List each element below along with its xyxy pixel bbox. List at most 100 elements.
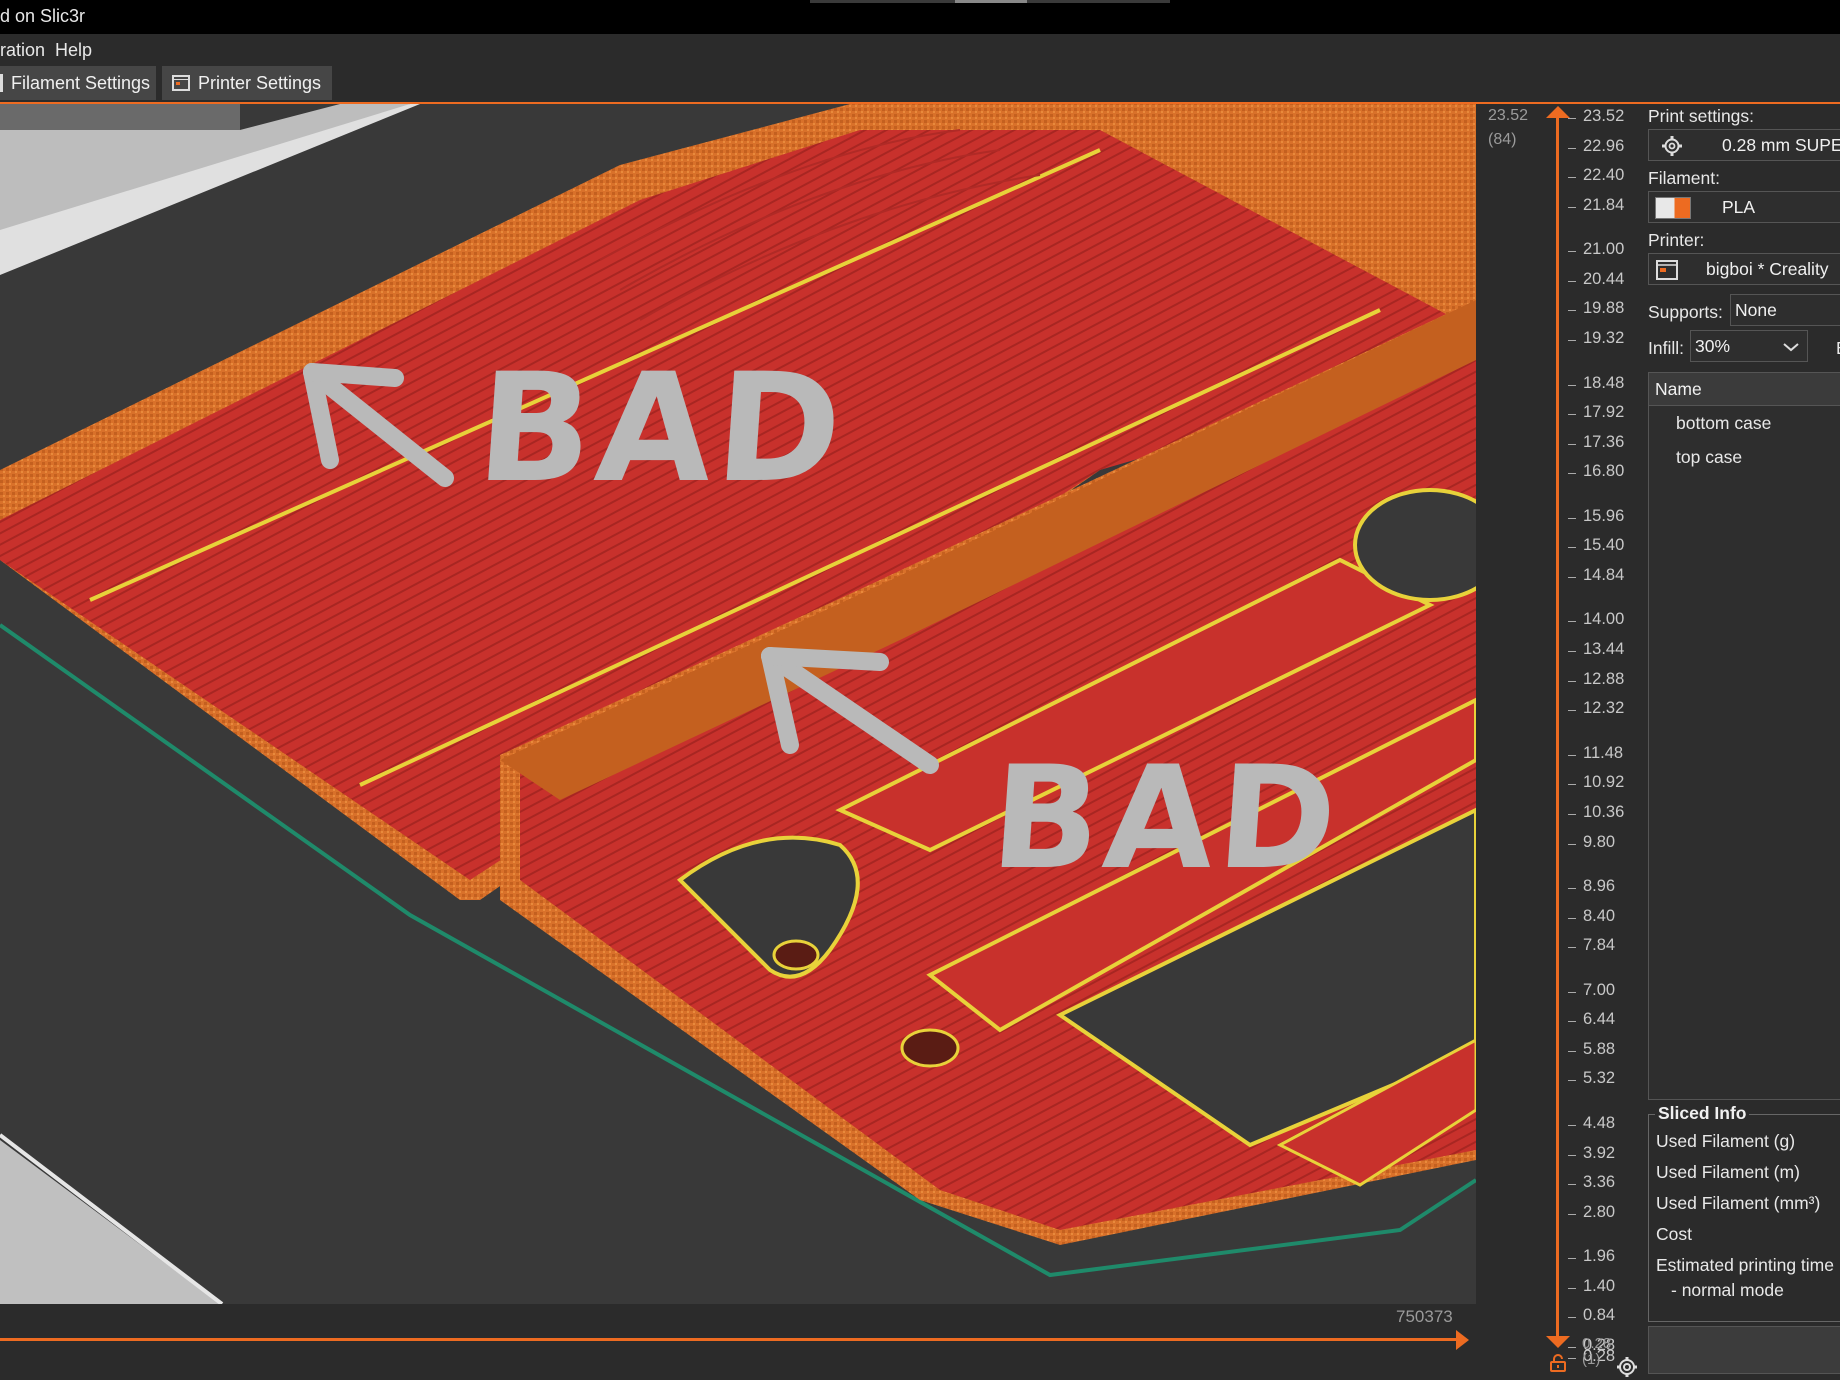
layer-height-label: 17.36 (1583, 432, 1625, 451)
layer-tick (1568, 991, 1576, 993)
layer-tick (1568, 577, 1576, 579)
tab-filament-settings[interactable]: Filament Settings (0, 66, 156, 100)
title-drag-handle[interactable] (810, 0, 1170, 3)
gear-icon[interactable] (1616, 1356, 1638, 1378)
cost-label: Cost (1656, 1224, 1692, 1244)
layer-tick (1568, 206, 1576, 208)
print-settings-value: 0.28 mm SUPER (1722, 135, 1840, 155)
layer-tick (1568, 147, 1576, 149)
printer-combo[interactable]: bigboi * Creality (1648, 253, 1840, 285)
layer-tick (1568, 443, 1576, 445)
filament-icon (0, 73, 3, 92)
layer-tick (1568, 1184, 1576, 1186)
print-settings-combo[interactable]: 0.28 mm SUPER (1648, 129, 1840, 161)
filament-color-swatch (1655, 197, 1691, 219)
layer-height-label: 7.00 (1583, 980, 1616, 999)
toolpath-render (0, 104, 1476, 1304)
layer-tick (1568, 621, 1576, 623)
layer-tick (1568, 1154, 1576, 1156)
layer-tick (1568, 1213, 1576, 1215)
layer-tick (1568, 547, 1576, 549)
layer-tick (1568, 310, 1576, 312)
layer-tick (1568, 1080, 1576, 1082)
layer-height-label: 19.88 (1583, 299, 1625, 318)
object-list[interactable]: Name bottom case top case (1648, 372, 1840, 1100)
layer-height-label: 21.00 (1583, 240, 1625, 259)
layer-height-label: 3.36 (1583, 1173, 1616, 1192)
layer-height-label: 11.48 (1583, 743, 1624, 762)
layer-height-label: 1.96 (1583, 1247, 1616, 1266)
moves-slider-handle[interactable] (1456, 1330, 1469, 1350)
layer-height-label: 9.80 (1583, 832, 1616, 851)
tab-filament-settings-label: Filament Settings (11, 73, 151, 93)
screw-hole (772, 939, 820, 971)
filament-label: Filament: (1648, 168, 1720, 188)
layer-tick (1568, 1124, 1576, 1126)
object-list-header[interactable]: Name (1649, 373, 1840, 406)
preview-3d-view[interactable]: BAD BAD (0, 104, 1476, 1304)
layer-height-label: 17.92 (1583, 403, 1625, 422)
layer-height-label: 15.96 (1583, 506, 1625, 525)
sliced-info-panel: Sliced Info Used Filament (g) Used Filam… (1648, 1103, 1840, 1322)
layer-height-label: 8.96 (1583, 876, 1616, 895)
menu-help[interactable]: Help (55, 40, 92, 61)
export-gcode-button[interactable] (1648, 1326, 1840, 1374)
used-filament-mm3-label: Used Filament (mm³) (1656, 1193, 1821, 1213)
layer-tick (1568, 784, 1576, 786)
layer-height-label: 22.96 (1583, 136, 1625, 155)
layer-height-label: 10.36 (1583, 802, 1625, 821)
layer-slider-bottom-value: 0.28 (1) (1582, 1335, 1612, 1368)
printer-icon (1656, 260, 1678, 280)
layer-height-label: 13.44 (1583, 640, 1625, 659)
filament-combo[interactable]: PLA (1648, 191, 1840, 223)
layer-tick (1568, 517, 1576, 519)
print-settings-label: Print settings: (1648, 106, 1755, 126)
title-bar: d on Slic3r (0, 0, 1840, 34)
layer-height-label: 12.88 (1583, 669, 1625, 688)
supports-label: Supports: (1648, 302, 1723, 322)
used-filament-m-label: Used Filament (m) (1656, 1162, 1800, 1182)
layer-height-label: 14.00 (1583, 610, 1625, 629)
tab-printer-settings-label: Printer Settings (198, 73, 322, 93)
infill-select[interactable]: 30% (1690, 330, 1808, 362)
layer-tick (1568, 1258, 1576, 1260)
layer-tick (1568, 118, 1576, 119)
layer-height-label: 18.48 (1583, 373, 1625, 392)
layer-height-label: 21.84 (1583, 195, 1625, 214)
layer-height-label: 3.92 (1583, 1143, 1616, 1162)
layer-tick (1568, 710, 1576, 712)
bed-edge (0, 104, 240, 130)
layer-slider[interactable]: 23.52 (84) 23.52 22.96 22.40 21.84 21.00 20.4… (1476, 104, 1648, 1380)
menu-configuration[interactable]: ration (0, 40, 45, 61)
layer-height-label: 23.52 (1583, 107, 1625, 125)
used-filament-g-label: Used Filament (g) (1656, 1131, 1796, 1151)
moves-value: 750373 (1396, 1307, 1453, 1326)
tab-printer-settings[interactable]: Printer Settings (162, 66, 332, 100)
supports-select[interactable]: None (1730, 294, 1840, 326)
layer-height-label: 5.32 (1583, 1069, 1616, 1088)
layer-height-label: 7.84 (1583, 936, 1616, 955)
annotation-bad-1: BAD (471, 342, 852, 516)
layer-height-label: 20.44 (1583, 269, 1625, 288)
layer-slider-top-handle[interactable] (1546, 106, 1570, 118)
layer-height-label: 15.40 (1583, 536, 1625, 555)
filament-value: PLA (1722, 197, 1756, 217)
moves-slider[interactable] (0, 1338, 1460, 1341)
layer-height-label: 5.88 (1583, 1039, 1616, 1058)
layer-tick (1568, 414, 1576, 416)
layer-height-label: 19.32 (1583, 329, 1625, 348)
layer-tick (1568, 754, 1576, 756)
lock-icon[interactable] (1549, 1354, 1567, 1372)
layer-tick (1568, 251, 1576, 253)
menu-bar: ration Help (0, 34, 1840, 66)
layer-height-label: 10.92 (1583, 773, 1625, 792)
tab-bar: Filament Settings Printer Settings (0, 66, 1840, 104)
object-item-bottom-case[interactable]: bottom case (1676, 413, 1771, 434)
estimated-time-label: Estimated printing time (1656, 1255, 1834, 1275)
brim-label: B (1836, 338, 1840, 359)
layer-slider-track[interactable] (1556, 116, 1559, 1341)
layer-slider-bottom-handle[interactable] (1546, 1336, 1570, 1348)
object-item-top-case[interactable]: top case (1676, 447, 1742, 468)
layer-tick (1568, 1347, 1576, 1348)
layer-tick (1568, 843, 1576, 845)
